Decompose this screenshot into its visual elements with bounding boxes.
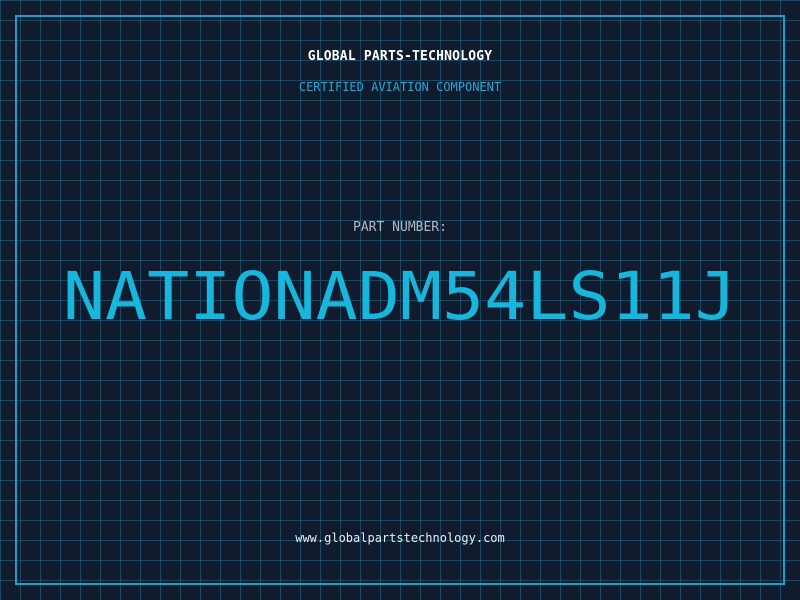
part-number-value: NATIONADM54LS11J [0, 254, 800, 340]
part-number-label: PART NUMBER: [353, 220, 447, 235]
website-url: www.globalpartstechnology.com [295, 531, 505, 545]
certification-tagline: CERTIFIED AVIATION COMPONENT [298, 80, 502, 94]
label-card: GLOBAL PARTS-TECHNOLOGY CERTIFIED AVIATI… [0, 0, 800, 600]
part-number-text: NATIONADM54LS11J [63, 258, 737, 335]
company-name: GLOBAL PARTS-TECHNOLOGY [307, 49, 493, 64]
